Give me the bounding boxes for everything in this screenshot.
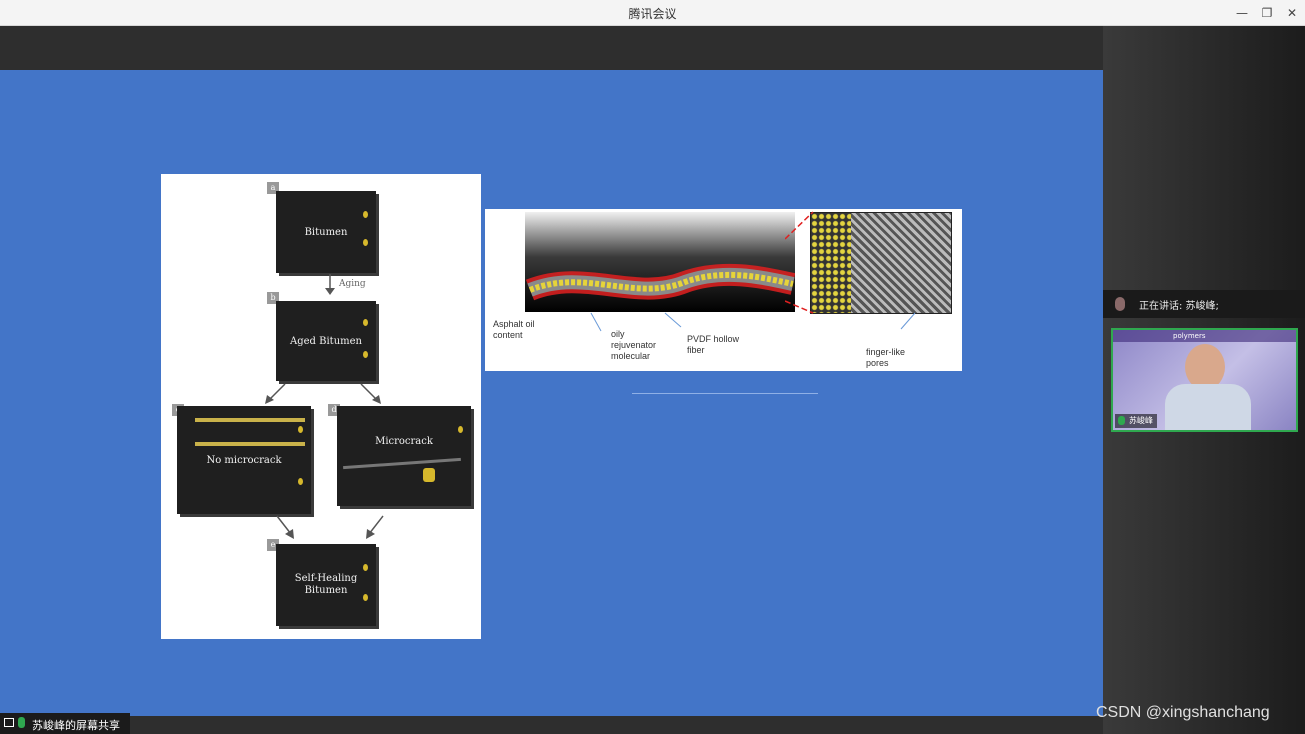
cube-self-healing: Self-Healing Bitumen (276, 544, 376, 626)
mic-on-icon (1118, 416, 1125, 425)
sem-particles (811, 213, 851, 313)
cube-aged-bitumen: Aged Bitumen (276, 301, 376, 381)
mic-on-icon (18, 717, 25, 728)
window-title: 腾讯会议 (628, 7, 677, 21)
watermark-text: CSDN @xingshanchang (1096, 704, 1270, 721)
crack-line (343, 457, 461, 470)
close-icon[interactable]: ✕ (1282, 3, 1302, 23)
yellow-dot (363, 239, 368, 246)
participant-body (1165, 384, 1251, 430)
cube-aged-bitumen-label: Aged Bitumen (290, 335, 362, 347)
label-asphalt-oil: Asphalt oil content (493, 319, 535, 340)
aging-label: Aging (339, 279, 366, 289)
figure-self-healing-schematic: a Bitumen Aging b Aged Bitumen No microc… (161, 174, 481, 639)
yellow-dot (458, 426, 463, 433)
screen-icon (4, 718, 14, 727)
sem-pores-image (810, 212, 952, 314)
participant-name: 苏峻峰 (1129, 416, 1153, 425)
yellow-dot (298, 478, 303, 485)
video-header: polymers (1113, 330, 1296, 342)
down-arrow-icon (325, 274, 335, 295)
cube-bitumen-label: Bitumen (304, 226, 348, 238)
split-arrows-icon (265, 383, 381, 404)
restore-icon[interactable]: ❐ (1257, 3, 1277, 23)
fiber-schematic-image (525, 212, 796, 312)
mic-icon (1115, 297, 1125, 311)
shared-screen-area: a Bitumen Aging b Aged Bitumen No microc… (0, 26, 1103, 734)
presentation-slide: a Bitumen Aging b Aged Bitumen No microc… (0, 70, 1103, 716)
healing-agent (423, 468, 435, 482)
window-titlebar: 腾讯会议 — ❐ ✕ (0, 0, 1305, 26)
participant-video[interactable]: polymers 苏峻峰 (1111, 328, 1298, 432)
fiber-line (195, 418, 305, 422)
slide-divider (632, 393, 818, 394)
yellow-dot (363, 594, 368, 601)
yellow-dot (363, 211, 368, 218)
yellow-dot (363, 319, 368, 326)
yellow-dot (363, 351, 368, 358)
label-pointers (590, 312, 916, 332)
speaking-label: 正在讲话: 苏峻峰; (1139, 301, 1219, 312)
cube-self-healing-label: Self-Healing Bitumen (294, 573, 358, 596)
cube-bitumen: Bitumen (276, 191, 376, 273)
screen-share-label: 苏峻峰的屏幕共享 (32, 719, 120, 732)
merge-arrows-icon (276, 515, 384, 539)
screen-share-bar[interactable]: 苏峻峰的屏幕共享 (0, 713, 130, 734)
zoom-lines (785, 211, 814, 314)
yellow-dot (363, 564, 368, 571)
cube-no-microcrack-label: No microcrack (206, 454, 282, 466)
minimize-icon[interactable]: — (1232, 3, 1252, 23)
yellow-dot (298, 426, 303, 433)
figure-hollow-fiber: Asphalt oil content oily rejuvenator mol… (485, 209, 962, 371)
cube-no-microcrack: No microcrack (177, 406, 311, 514)
cube-microcrack: Microcrack (337, 406, 471, 506)
label-finger-pores: finger-like pores (866, 347, 906, 368)
speaking-indicator: 正在讲话: 苏峻峰; (1103, 290, 1305, 318)
fiber-diagram (525, 263, 796, 301)
fiber-line (195, 442, 305, 446)
cube-microcrack-label: Microcrack (375, 436, 433, 447)
